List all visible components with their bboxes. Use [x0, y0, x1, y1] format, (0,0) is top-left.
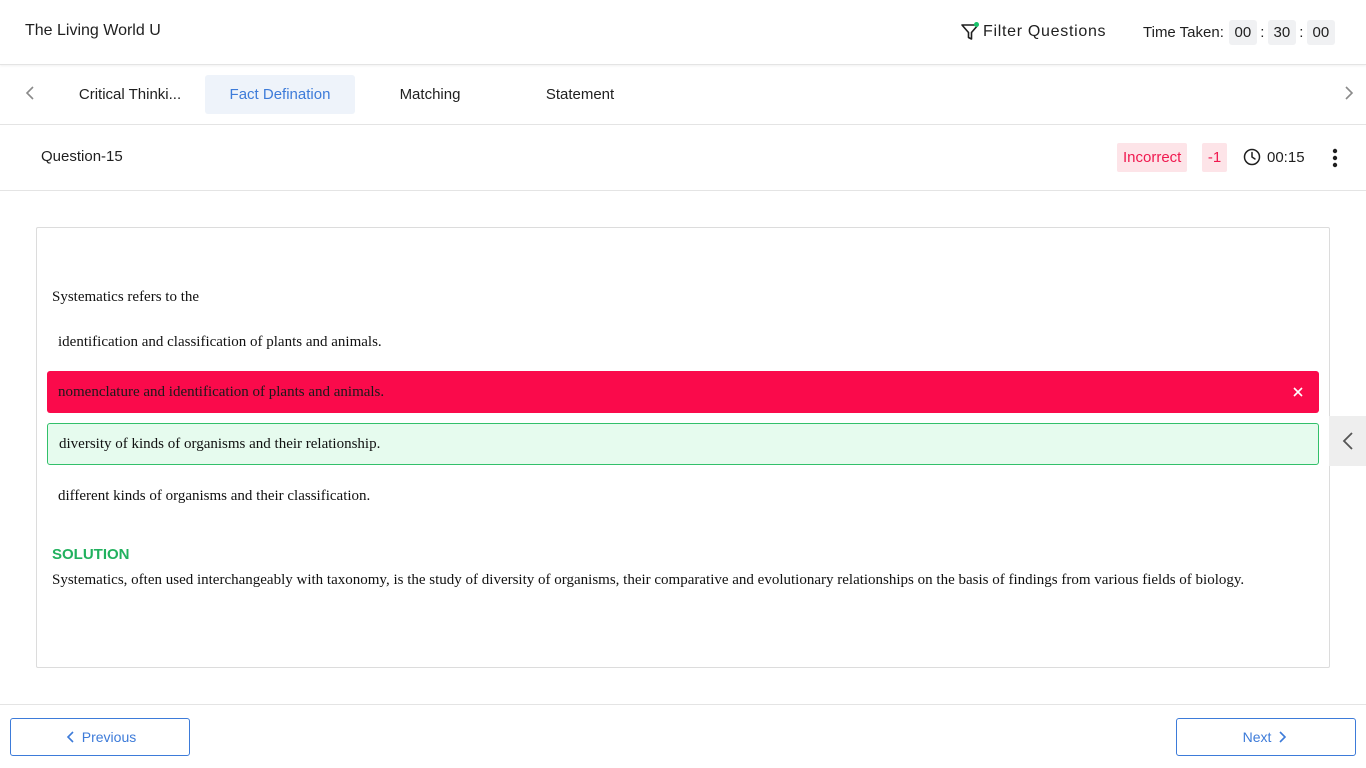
tab-statement[interactable]: Statement [505, 75, 655, 114]
top-header: The Living World U Filter Questions Time… [0, 0, 1366, 65]
option-text: nomenclature and identification of plant… [58, 383, 385, 400]
filter-questions-label: Filter Questions [983, 23, 1107, 40]
close-icon [1291, 385, 1305, 399]
question-card: Systematics refers to the identification… [36, 227, 1330, 668]
side-panel-toggle[interactable] [1329, 416, 1366, 466]
chevron-right-icon [1279, 731, 1287, 743]
time-separator: : [1260, 24, 1265, 41]
option-text: different kinds of organisms and their c… [58, 487, 371, 504]
solution-text: Systematics, often used interchangeably … [52, 572, 1245, 588]
question-header: Question-15 Incorrect -1 00:15 [0, 125, 1366, 191]
option-4[interactable]: different kinds of organisms and their c… [47, 475, 1319, 517]
option-3-correct[interactable]: diversity of kinds of organisms and thei… [47, 423, 1319, 465]
time-separator: : [1299, 24, 1304, 41]
filter-active-dot [974, 22, 979, 27]
tabs-scroll-left-icon[interactable] [20, 83, 40, 103]
chevron-left-icon [66, 731, 74, 743]
option-1[interactable]: identification and classification of pla… [47, 321, 1319, 363]
question-time: 00:15 [1267, 148, 1305, 166]
question-number: Question-15 [41, 148, 123, 165]
filter-icon [960, 22, 980, 42]
tabs-scroll-right-icon[interactable] [1339, 83, 1359, 103]
time-minutes: 30 [1267, 20, 1296, 45]
score-badge: -1 [1202, 143, 1227, 172]
next-label: Next [1242, 729, 1272, 745]
option-text: identification and classification of pla… [58, 333, 382, 350]
filter-questions-button[interactable]: Filter Questions [960, 18, 1106, 46]
option-text: diversity of kinds of organisms and thei… [59, 435, 381, 452]
time-hours: 00 [1228, 20, 1257, 45]
time-seconds: 00 [1306, 20, 1335, 45]
footer-nav: Previous Next [0, 704, 1366, 768]
chevron-left-icon [1342, 432, 1353, 450]
previous-label: Previous [81, 729, 137, 745]
status-badge: Incorrect [1117, 143, 1188, 172]
section-tabs: Critical Thinki... Fact Defination Match… [0, 65, 1366, 125]
previous-button[interactable]: Previous [10, 718, 190, 756]
tab-matching[interactable]: Matching [355, 75, 505, 114]
question-timer: 00:15 [1243, 148, 1305, 166]
clock-icon [1243, 148, 1261, 166]
option-2-selected-wrong[interactable]: nomenclature and identification of plant… [47, 371, 1319, 413]
time-taken: Time Taken: 00 : 30 : 00 [1143, 20, 1335, 45]
tab-fact-defination[interactable]: Fact Defination [205, 75, 355, 114]
more-options-icon[interactable] [1325, 147, 1345, 169]
app-title: The Living World U [25, 22, 161, 39]
solution-title: SOLUTION [52, 546, 130, 563]
question-text: Systematics refers to the [52, 289, 200, 305]
next-button[interactable]: Next [1176, 718, 1356, 756]
time-taken-label: Time Taken: [1143, 24, 1224, 41]
tab-critical-thinking[interactable]: Critical Thinki... [55, 75, 205, 114]
